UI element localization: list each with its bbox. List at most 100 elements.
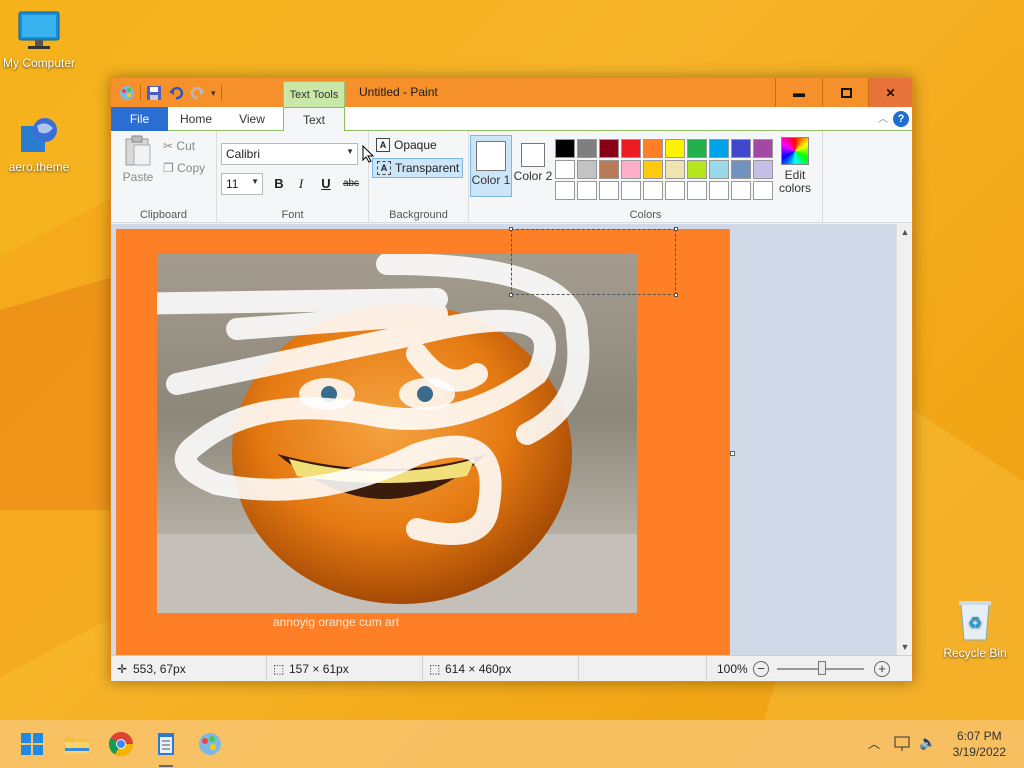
redo-icon[interactable] [190, 85, 206, 101]
tab-home[interactable]: Home [168, 107, 224, 131]
selection-handle[interactable] [674, 293, 678, 297]
zoom-slider-thumb[interactable] [818, 661, 826, 675]
color-swatch[interactable] [731, 160, 751, 179]
zoom-in-icon[interactable]: + [874, 661, 890, 677]
close-icon: ✕ [885, 85, 896, 100]
title-bar[interactable]: ▾ Text Tools Untitled - Paint ▬ ✕ [111, 78, 912, 108]
undo-icon[interactable] [168, 85, 184, 101]
color-swatch[interactable] [731, 181, 751, 200]
color-swatch[interactable] [731, 139, 751, 158]
show-hidden-icons-icon[interactable]: ︿ [868, 735, 880, 752]
color-swatch[interactable] [665, 139, 685, 158]
edit-colors-button[interactable]: Edit colors [775, 135, 815, 195]
customize-quick-access-icon[interactable]: ▾ [211, 88, 216, 99]
chrome-icon[interactable] [107, 730, 135, 758]
bold-button[interactable]: B [270, 175, 288, 193]
cut-button[interactable]: ✂ Cut [163, 139, 195, 153]
zoom-out-icon[interactable]: − [753, 661, 769, 677]
text-tools-context-tab: Text Tools [283, 81, 345, 108]
tab-file[interactable]: File [111, 107, 168, 131]
color-swatch[interactable] [709, 181, 729, 200]
drawing-canvas[interactable]: annoyig orange cum art [116, 227, 730, 655]
color-swatch[interactable] [599, 160, 619, 179]
volume-icon[interactable]: 🔈 [919, 734, 936, 751]
chevron-down-icon: ▼ [346, 147, 354, 156]
selection-handle[interactable] [674, 227, 678, 231]
color-swatch[interactable] [753, 139, 773, 158]
color-swatch[interactable] [643, 181, 663, 200]
paste-label: Paste [122, 170, 154, 184]
help-icon[interactable]: ? [893, 111, 909, 127]
zoom-level: 100% [717, 662, 748, 676]
desktop-icon-recycle-bin[interactable]: ♻ Recycle Bin [932, 598, 1018, 660]
selection-handle[interactable] [509, 227, 513, 231]
color-swatch[interactable] [687, 139, 707, 158]
color-swatch[interactable] [599, 139, 619, 158]
strikethrough-button[interactable]: abc [340, 175, 362, 193]
selection-handle[interactable] [509, 293, 513, 297]
color-swatch[interactable] [599, 181, 619, 200]
close-button[interactable]: ✕ [868, 78, 912, 107]
color-swatch[interactable] [643, 139, 663, 158]
font-family-select[interactable]: Calibri ▼ [221, 143, 358, 165]
color1-button[interactable]: Color 1 [470, 135, 512, 197]
canvas-viewport: annoyig orange cum art [111, 224, 897, 655]
desktop-icon-my-computer[interactable]: My Computer [0, 10, 82, 70]
tab-text[interactable]: Text [283, 107, 345, 132]
color-swatch[interactable] [643, 160, 663, 179]
save-icon[interactable] [146, 85, 162, 101]
color-swatch[interactable] [577, 139, 597, 158]
file-explorer-icon[interactable] [63, 730, 91, 758]
color-swatch[interactable] [555, 160, 575, 179]
color-swatch[interactable] [687, 181, 707, 200]
color2-button[interactable]: Color 2 [512, 135, 554, 197]
paste-button[interactable]: Paste [121, 135, 155, 184]
color-swatch[interactable] [621, 139, 641, 158]
transparent-button[interactable]: A Transparent [372, 158, 464, 178]
color-swatch[interactable] [621, 160, 641, 179]
color-swatch[interactable] [555, 181, 575, 200]
copy-button[interactable]: ❐ Copy [163, 161, 205, 175]
color-swatch[interactable] [665, 181, 685, 200]
scroll-down-icon[interactable]: ▼ [897, 639, 913, 655]
italic-button[interactable]: I [292, 175, 310, 193]
cursor-position-text: 553, 67px [133, 662, 186, 676]
group-label: Background [389, 209, 448, 221]
opaque-icon: A [376, 138, 390, 152]
desktop-icon-aero-theme[interactable]: aero.theme [0, 116, 82, 174]
network-icon[interactable] [894, 736, 912, 752]
maximize-button[interactable] [822, 78, 869, 107]
scroll-up-icon[interactable]: ▲ [897, 224, 913, 240]
selection-size: ⬚ 157 × 61px [267, 656, 423, 682]
paint-app-icon[interactable] [119, 85, 135, 101]
font-size-select[interactable]: 11 ▼ [221, 173, 263, 195]
minimize-button[interactable]: ▬ [775, 78, 822, 107]
separator [140, 85, 141, 101]
color-swatch[interactable] [753, 160, 773, 179]
minimize-ribbon-icon[interactable]: ︿ [878, 110, 888, 125]
color-swatch[interactable] [577, 160, 597, 179]
color-swatch[interactable] [665, 160, 685, 179]
clock[interactable]: 6:07 PM 3/19/2022 [953, 728, 1006, 760]
transparent-icon: A [377, 161, 391, 175]
vertical-scrollbar[interactable]: ▲ ▼ [896, 224, 912, 655]
color-swatch[interactable] [621, 181, 641, 200]
separator [220, 85, 222, 101]
opaque-button[interactable]: A Opaque [372, 136, 440, 156]
color-swatch[interactable] [577, 181, 597, 200]
color-swatch[interactable] [709, 160, 729, 179]
underline-button[interactable]: U [317, 175, 335, 193]
selection-box[interactable] [511, 229, 676, 295]
start-windows-icon[interactable] [18, 730, 46, 758]
paint-taskbar-icon[interactable] [196, 730, 224, 758]
color-swatch[interactable] [709, 139, 729, 158]
ribbon-tabs: File Home View Text ︿ ? [111, 107, 912, 132]
color-swatch[interactable] [687, 160, 707, 179]
opaque-label: Opaque [394, 138, 437, 152]
color-swatch[interactable] [753, 181, 773, 200]
notepad-icon[interactable] [152, 730, 180, 758]
canvas-resize-handle[interactable] [730, 451, 735, 456]
color-swatch[interactable] [555, 139, 575, 158]
tab-view[interactable]: View [224, 107, 280, 131]
chevron-down-icon: ▼ [251, 177, 259, 186]
